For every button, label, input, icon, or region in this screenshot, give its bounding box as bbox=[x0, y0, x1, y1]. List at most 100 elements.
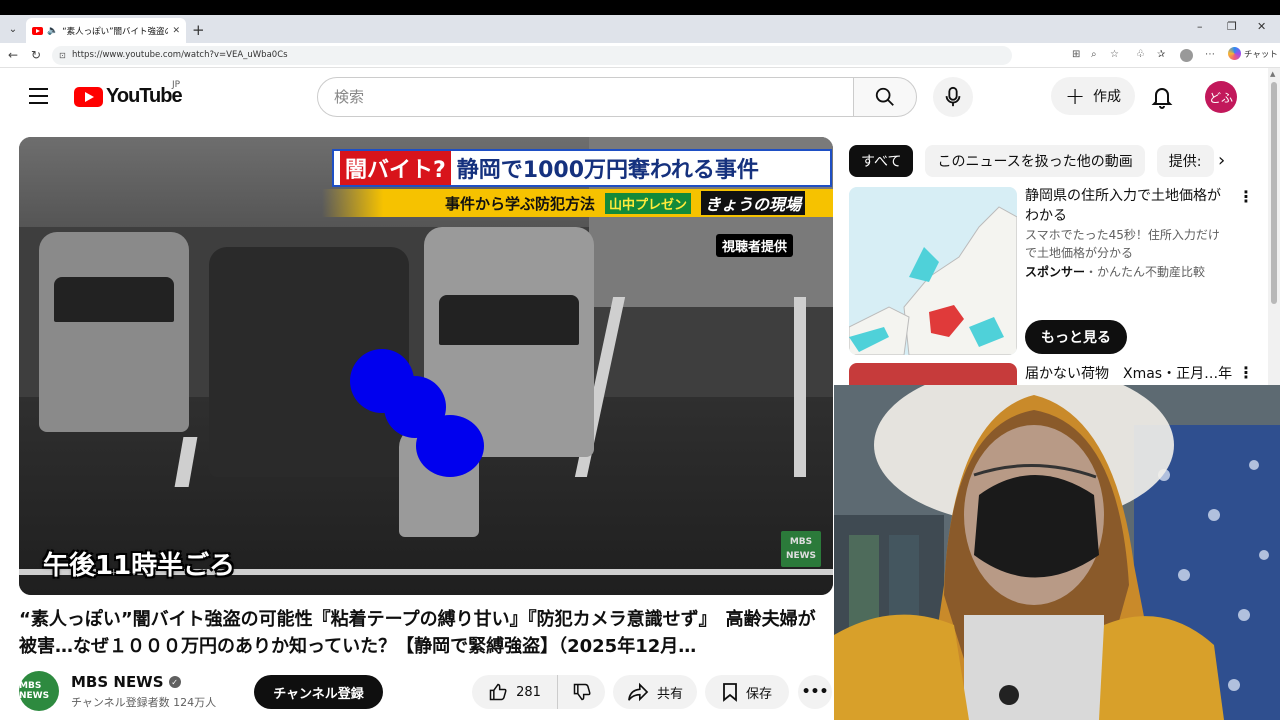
viewer-provided-label: 視聴者提供 bbox=[716, 234, 794, 257]
next-video-thumbnail[interactable] bbox=[849, 363, 1017, 385]
settings-more-icon[interactable]: ⋯ bbox=[1205, 49, 1215, 60]
like-button[interactable]: 281 bbox=[472, 675, 558, 709]
browser-tab-active[interactable]: 🔈 “素人っぽい”闇バイト強盗の可能 ✕ bbox=[26, 18, 186, 43]
share-button[interactable]: 共有 bbox=[613, 675, 697, 709]
chip-all[interactable]: すべて bbox=[849, 145, 914, 177]
account-avatar[interactable]: どふ bbox=[1205, 81, 1237, 113]
extensions-icon[interactable]: ♧ bbox=[1136, 49, 1145, 60]
save-button[interactable]: 保存 bbox=[705, 675, 789, 709]
dislike-button[interactable] bbox=[558, 675, 605, 709]
time-caption: 午後11時半ごろ bbox=[43, 551, 236, 581]
channel-avatar[interactable]: MBS NEWS bbox=[19, 671, 59, 711]
tab-title: “素人っぽい”闇バイト強盗の可能 bbox=[62, 26, 168, 37]
url-text: https://www.youtube.com/watch?v=VEA_uWba… bbox=[72, 50, 288, 60]
menu-hamburger-icon[interactable] bbox=[29, 88, 48, 104]
notifications-bell-icon[interactable] bbox=[1150, 84, 1174, 114]
ad-description: スマホでたった45秒！住所入力だけで土地価格が分かる bbox=[1025, 228, 1220, 260]
close-tab-icon[interactable]: ✕ bbox=[172, 26, 180, 36]
ad-learn-more-button[interactable]: もっと見る bbox=[1025, 320, 1127, 354]
news-banner: 闇バイト? 静岡で1000万円奪われる事件 事件から学ぶ防犯方法 山中プレゼン … bbox=[322, 149, 833, 217]
new-tab-plus-icon[interactable]: + bbox=[192, 21, 205, 39]
scroll-up-icon[interactable]: ▲ bbox=[1270, 70, 1275, 78]
ad-thumbnail-map[interactable] bbox=[849, 187, 1017, 355]
site-info-icon[interactable]: ⊡ bbox=[59, 46, 66, 65]
sponsor-label: スポンサー bbox=[1025, 265, 1086, 279]
parking-line bbox=[794, 297, 806, 477]
region-code: JP bbox=[172, 80, 181, 90]
ad-sponsor-line: スポンサー・かんたん不動産比較 bbox=[1025, 263, 1205, 280]
car-windshield bbox=[439, 295, 579, 345]
filter-chips: すべて このニュースを扱った他の動画 提供: bbox=[849, 145, 1219, 177]
share-label: 共有 bbox=[656, 686, 683, 702]
redaction-dot bbox=[416, 415, 484, 477]
banner-headline-row: 闇バイト? 静岡で1000万円奪われる事件 bbox=[332, 149, 832, 187]
restore-icon[interactable]: ❐ bbox=[1227, 20, 1237, 33]
reload-icon[interactable]: ↻ bbox=[31, 48, 41, 62]
japan-map-graphic bbox=[849, 187, 1017, 355]
chip-related-news[interactable]: このニュースを扱った他の動画 bbox=[925, 145, 1145, 177]
search-button[interactable] bbox=[853, 77, 917, 117]
parked-car bbox=[39, 232, 189, 432]
youtube-wordmark: YouTube bbox=[106, 85, 183, 107]
youtube-logo[interactable]: YouTube JP bbox=[74, 80, 183, 108]
copilot-icon bbox=[1228, 47, 1241, 60]
banner-segment-tag: きょうの現場 bbox=[700, 191, 805, 215]
profile-icon[interactable] bbox=[1180, 49, 1193, 62]
verified-check-icon: ✓ bbox=[168, 676, 181, 688]
favorite-star-icon[interactable]: ☆ bbox=[1110, 49, 1119, 60]
address-bar-row: ← ↻ ⊡ https://www.youtube.com/watch?v=VE… bbox=[0, 43, 1280, 68]
create-label: 作成 bbox=[1093, 89, 1122, 105]
app-available-icon[interactable]: ⊞ bbox=[1072, 49, 1080, 60]
more-actions-icon[interactable]: ••• bbox=[798, 675, 832, 709]
banner-headline: 静岡で1000万円奪われる事件 bbox=[456, 158, 759, 183]
chip-provided[interactable]: 提供: bbox=[1156, 145, 1214, 177]
subscriber-count: チャンネル登録者数 124万人 bbox=[71, 696, 217, 709]
like-dislike-group: 281 bbox=[472, 675, 605, 709]
create-button[interactable]: + 作成 bbox=[1051, 77, 1135, 115]
thumbs-up-icon bbox=[489, 683, 507, 701]
video-player[interactable]: 闇バイト? 静岡で1000万円奪われる事件 事件から学ぶ防犯方法 山中プレゼン … bbox=[19, 137, 833, 595]
copilot-label: チャット bbox=[1244, 49, 1278, 60]
back-arrow-icon[interactable]: ← bbox=[8, 48, 18, 62]
chevron-right-icon[interactable]: › bbox=[1218, 150, 1225, 171]
car-windshield bbox=[54, 277, 174, 322]
like-count: 281 bbox=[516, 684, 541, 700]
url-field[interactable]: ⊡ https://www.youtube.com/watch?v=VEA_uW… bbox=[52, 46, 1012, 65]
ad-title[interactable]: 静岡県の住所入力で土地価格がわかる bbox=[1025, 186, 1230, 226]
tab-list-chevron-icon[interactable]: ⌄ bbox=[4, 20, 22, 38]
next-video-title[interactable]: 届かない荷物 Xmas・正月…年 bbox=[1025, 363, 1232, 383]
next-video-kebab-icon[interactable]: ⋮ bbox=[1238, 365, 1254, 381]
sponsor-name: ・かんたん不動産比較 bbox=[1085, 265, 1206, 279]
save-label: 保存 bbox=[745, 686, 772, 702]
bookmark-icon bbox=[723, 683, 737, 702]
banner-sub-row: 事件から学ぶ防犯方法 山中プレゼン きょうの現場 bbox=[322, 189, 833, 217]
video-title: “素人っぽい”闇バイト強盗の可能性『粘着テープの縛り甘い』『防犯カメラ意識せず』… bbox=[19, 609, 816, 657]
webcam-person-image bbox=[834, 385, 1280, 720]
zoom-icon[interactable]: ⌕ bbox=[1091, 49, 1097, 60]
favorites-icon[interactable]: ✰ bbox=[1157, 49, 1165, 60]
mbs-news-watermark: MBS NEWS bbox=[781, 531, 821, 567]
scrollbar-thumb[interactable] bbox=[1271, 82, 1277, 304]
plus-icon: + bbox=[1064, 82, 1086, 110]
banner-presenter-tag: 山中プレゼン bbox=[604, 192, 691, 214]
microphone-icon bbox=[945, 86, 961, 107]
ad-menu-kebab-icon[interactable]: ⋮ bbox=[1238, 189, 1254, 205]
youtube-favicon-icon bbox=[32, 26, 43, 35]
subscribe-button[interactable]: チャンネル登録 bbox=[254, 675, 383, 709]
browser-tab-strip: ⌄ 🔈 “素人っぽい”闇バイト強盗の可能 ✕ + – ❐ ✕ bbox=[0, 15, 1280, 43]
close-window-icon[interactable]: ✕ bbox=[1257, 20, 1266, 33]
youtube-play-icon bbox=[74, 86, 103, 107]
copilot-chat-button[interactable]: チャット bbox=[1228, 47, 1278, 60]
search-input[interactable]: 検索 bbox=[317, 77, 854, 117]
channel-name[interactable]: MBS NEWS bbox=[71, 673, 164, 691]
banner-badge: 闇バイト? bbox=[340, 151, 451, 185]
thumbs-down-icon bbox=[573, 683, 591, 701]
voice-search-button[interactable] bbox=[933, 77, 973, 117]
youtube-header: YouTube JP 検索 + 作成 どふ bbox=[0, 68, 1268, 124]
webcam-overlay bbox=[834, 385, 1280, 720]
speaker-icon[interactable]: 🔈 bbox=[47, 26, 58, 36]
banner-subtitle: 事件から学ぶ防犯方法 bbox=[444, 194, 595, 213]
channel-name-row[interactable]: MBS NEWS ✓ bbox=[71, 673, 181, 691]
share-arrow-icon bbox=[628, 682, 649, 702]
minimize-icon[interactable]: – bbox=[1197, 20, 1203, 33]
